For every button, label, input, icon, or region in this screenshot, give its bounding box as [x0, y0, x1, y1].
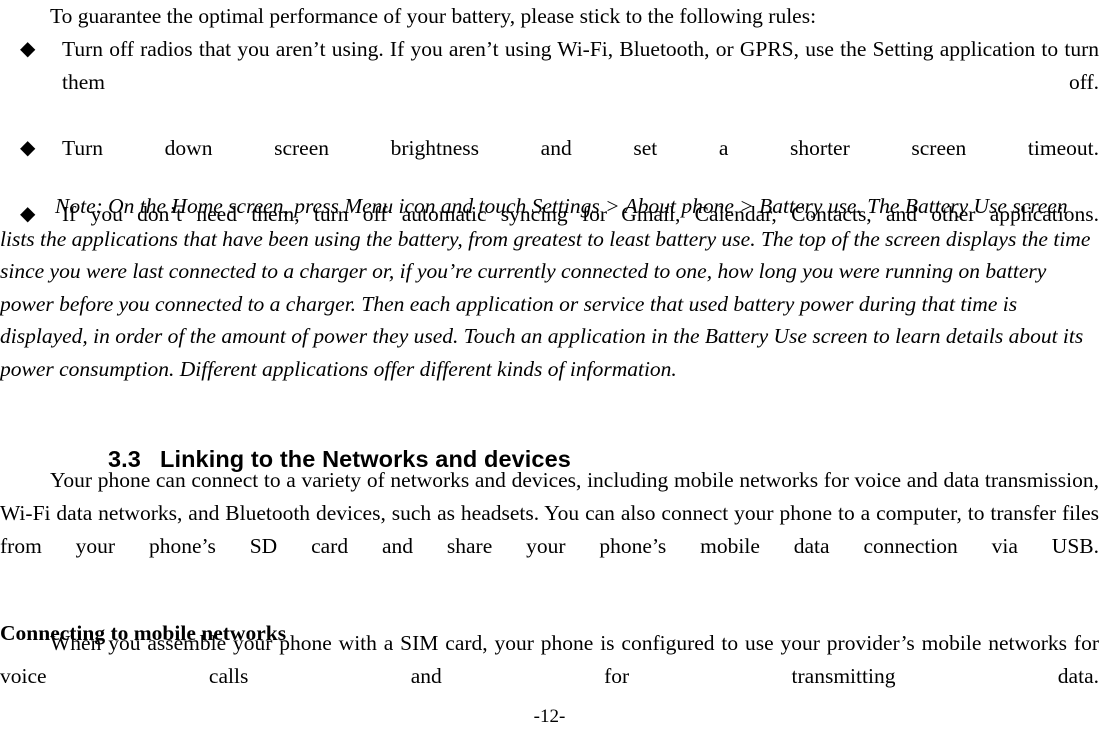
document-page: To guarantee the optimal performance of …	[0, 0, 1099, 735]
section-body-paragraph: Your phone can connect to a variety of n…	[0, 468, 1099, 558]
battery-use-note: Note: On the Home screen, press Menu ico…	[0, 194, 1091, 381]
list-item-text: Turn off radios that you aren’t using. I…	[62, 37, 1099, 94]
intro-line: To guarantee the optimal performance of …	[50, 4, 817, 28]
list-item-text: Turn down screen brightness and set a sh…	[62, 136, 1099, 160]
diamond-bullet-icon: ◆	[20, 137, 36, 159]
diamond-bullet-icon: ◆	[20, 38, 36, 60]
list-item: ◆ Turn down screen brightness and set a …	[0, 132, 1099, 198]
page-number-footer: -12-	[533, 706, 566, 727]
list-item: ◆ Turn off radios that you aren’t using.…	[0, 33, 1099, 132]
